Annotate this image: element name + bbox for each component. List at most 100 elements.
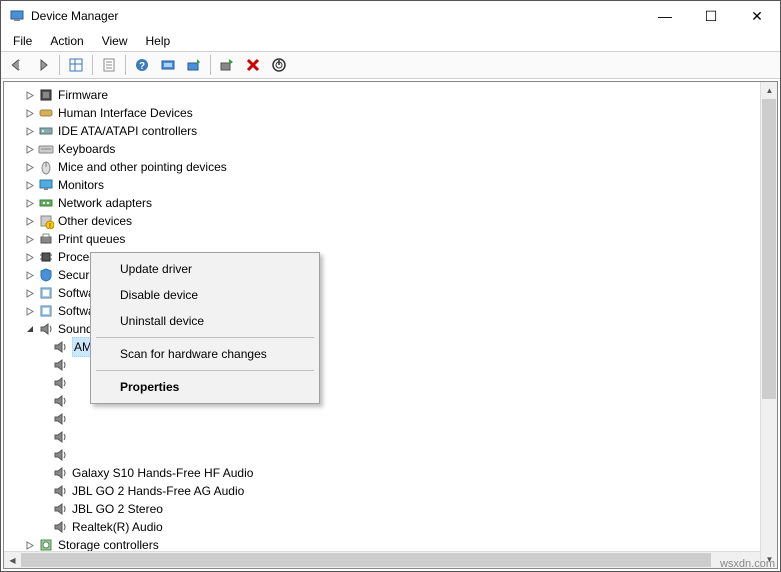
toolbar-separator (210, 55, 211, 75)
scroll-up-button[interactable]: ▲ (761, 82, 778, 99)
uninstall-device-button[interactable] (241, 53, 265, 77)
vertical-scrollbar[interactable]: ▲ ▼ (760, 82, 777, 568)
disable-device-button[interactable] (267, 53, 291, 77)
tree-category[interactable]: Network adapters (4, 194, 777, 212)
expand-icon[interactable] (22, 123, 38, 139)
menu-help[interactable]: Help (138, 32, 179, 50)
back-button[interactable] (5, 53, 29, 77)
context-menu-item[interactable]: Uninstall device (94, 308, 316, 334)
expand-icon[interactable] (22, 231, 38, 247)
context-menu: Update driverDisable deviceUninstall dev… (90, 252, 320, 404)
category-label: Human Interface Devices (58, 104, 193, 122)
device-label: Realtek(R) Audio (72, 518, 163, 536)
tree-category[interactable]: Monitors (4, 176, 777, 194)
device-manager-window: Device Manager — ☐ ✕ File Action View He… (0, 0, 781, 572)
minimize-button[interactable]: — (642, 1, 688, 31)
toolbar-separator (125, 55, 126, 75)
svg-text:!: ! (49, 223, 51, 229)
sound-device-icon (52, 393, 68, 409)
update-driver-button[interactable] (182, 53, 206, 77)
category-icon (38, 177, 54, 193)
category-label: Other devices (58, 212, 132, 230)
expand-icon[interactable] (22, 303, 38, 319)
category-label: Firmware (58, 86, 108, 104)
category-icon (38, 303, 54, 319)
tree-category[interactable]: Firmware (4, 86, 777, 104)
category-icon (38, 105, 54, 121)
expand-icon[interactable] (22, 267, 38, 283)
category-icon (38, 285, 54, 301)
category-label: IDE ATA/ATAPI controllers (58, 122, 197, 140)
menu-view[interactable]: View (94, 32, 136, 50)
forward-button[interactable] (31, 53, 55, 77)
category-icon (38, 321, 54, 337)
context-menu-item[interactable]: Properties (94, 374, 316, 400)
device-label: JBL GO 2 Hands-Free AG Audio (72, 482, 244, 500)
scroll-left-button[interactable]: ◀ (4, 552, 21, 569)
category-icon (38, 159, 54, 175)
maximize-button[interactable]: ☐ (688, 1, 734, 31)
titlebar[interactable]: Device Manager — ☐ ✕ (1, 1, 780, 31)
device-label: Galaxy S10 Hands-Free HF Audio (72, 464, 253, 482)
menu-file[interactable]: File (5, 32, 40, 50)
tree-device[interactable] (4, 446, 777, 464)
expand-icon[interactable] (22, 285, 38, 301)
expand-icon[interactable] (22, 105, 38, 121)
sound-device-icon (52, 483, 68, 499)
tree-category[interactable]: Keyboards (4, 140, 777, 158)
device-label: JBL GO 2 Stereo (72, 500, 163, 518)
expand-icon[interactable] (22, 87, 38, 103)
scroll-thumb-v[interactable] (762, 99, 776, 399)
context-menu-item[interactable]: Disable device (94, 282, 316, 308)
context-menu-item[interactable]: Scan for hardware changes (94, 341, 316, 367)
category-icon: ! (38, 213, 54, 229)
sound-device-icon (52, 375, 68, 391)
expand-icon[interactable] (22, 213, 38, 229)
context-menu-separator (96, 370, 314, 371)
tree-device[interactable] (4, 428, 777, 446)
sound-device-icon (52, 429, 68, 445)
tree-category[interactable]: Print queues (4, 230, 777, 248)
category-label: Mice and other pointing devices (58, 158, 227, 176)
menu-action[interactable]: Action (42, 32, 91, 50)
expand-icon[interactable] (22, 249, 38, 265)
category-icon (38, 231, 54, 247)
device-tree-pane: FirmwareHuman Interface DevicesIDE ATA/A… (3, 81, 778, 569)
enable-device-button[interactable] (215, 53, 239, 77)
tree-device[interactable]: JBL GO 2 Hands-Free AG Audio (4, 482, 777, 500)
app-icon (9, 8, 25, 24)
tree-device[interactable] (4, 410, 777, 428)
tree-category[interactable]: Human Interface Devices (4, 104, 777, 122)
context-menu-separator (96, 337, 314, 338)
horizontal-scrollbar[interactable]: ◀ ▶ (4, 551, 760, 568)
category-label: Network adapters (58, 194, 152, 212)
tree-category[interactable]: Mice and other pointing devices (4, 158, 777, 176)
expand-icon[interactable] (22, 195, 38, 211)
tree-device[interactable]: JBL GO 2 Stereo (4, 500, 777, 518)
tree-device[interactable]: Galaxy S10 Hands-Free HF Audio (4, 464, 777, 482)
expand-icon[interactable] (22, 177, 38, 193)
sound-device-icon (52, 339, 68, 355)
close-button[interactable]: ✕ (734, 1, 780, 31)
sound-device-icon (52, 447, 68, 463)
show-hide-console-button[interactable] (64, 53, 88, 77)
properties-button[interactable] (97, 53, 121, 77)
svg-text:?: ? (139, 61, 145, 72)
category-label: Monitors (58, 176, 104, 194)
tree-category[interactable]: IDE ATA/ATAPI controllers (4, 122, 777, 140)
sound-device-icon (52, 519, 68, 535)
sound-device-icon (52, 465, 68, 481)
help-button[interactable]: ? (130, 53, 154, 77)
expand-icon[interactable] (22, 141, 38, 157)
collapse-icon[interactable] (22, 321, 38, 337)
sound-device-icon (52, 411, 68, 427)
category-label: Print queues (58, 230, 125, 248)
category-icon (38, 123, 54, 139)
scan-hardware-button[interactable] (156, 53, 180, 77)
expand-icon[interactable] (22, 159, 38, 175)
scroll-thumb-h[interactable] (21, 553, 711, 567)
context-menu-item[interactable]: Update driver (94, 256, 316, 282)
tree-category[interactable]: ! Other devices (4, 212, 777, 230)
tree-device[interactable]: Realtek(R) Audio (4, 518, 777, 536)
category-icon (38, 195, 54, 211)
